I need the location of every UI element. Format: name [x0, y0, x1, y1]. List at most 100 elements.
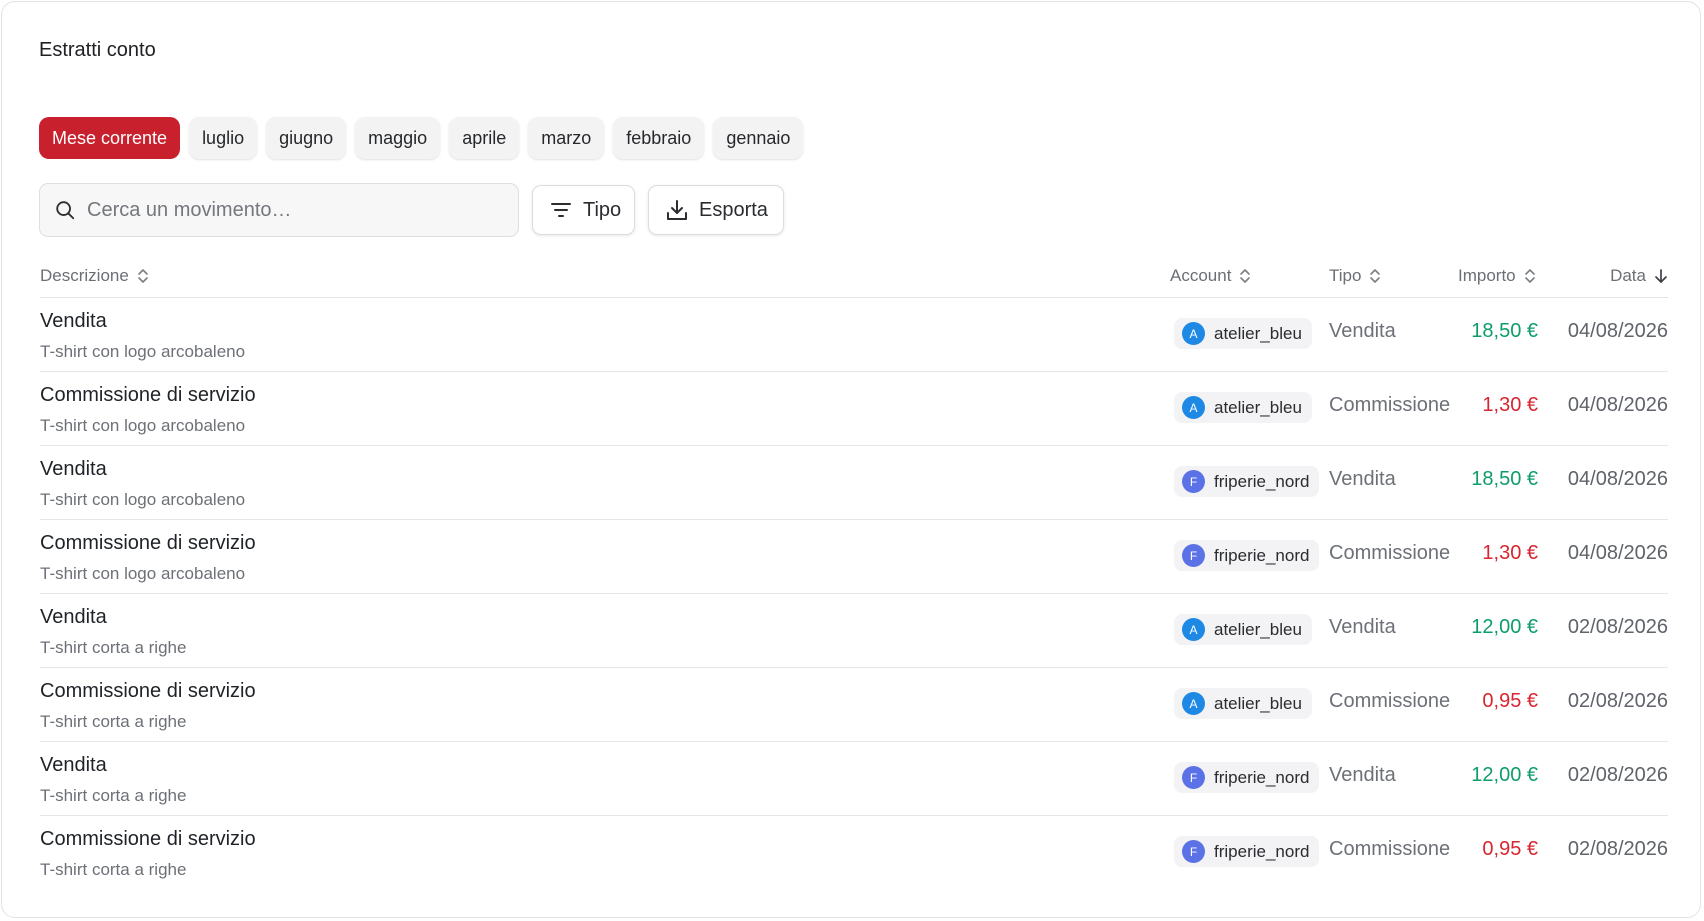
row-description: Commissione di servizio [40, 680, 256, 702]
account-name: atelier_bleu [1214, 323, 1302, 343]
type-filter-label: Tipo [583, 198, 622, 221]
row-type: Vendita [1329, 764, 1396, 786]
transactions-table: Descrizione Account Tipo Importo Data Ve… [40, 256, 1668, 889]
export-label: Esporta [699, 198, 768, 221]
account-badge[interactable]: Aatelier_bleu [1174, 392, 1312, 423]
row-description: Vendita [40, 310, 107, 332]
search-box[interactable] [39, 183, 519, 237]
toolbar: Tipo Esporta [39, 183, 784, 237]
row-description: Vendita [40, 458, 107, 480]
table-row[interactable]: Commissione di servizio T-shirt con logo … [40, 372, 1668, 446]
row-item-name: T-shirt corta a righe [40, 638, 187, 657]
month-chip[interactable]: Mese corrente [39, 117, 181, 159]
month-chip[interactable]: gennaio [713, 117, 804, 159]
avatar: F [1182, 470, 1205, 493]
row-type: Vendita [1329, 616, 1396, 638]
row-type: Commissione [1329, 542, 1451, 564]
column-header-type[interactable]: Tipo [1329, 266, 1381, 286]
table-row[interactable]: Vendita T-shirt corta a righe Aatelier_ble… [40, 594, 1668, 668]
row-amount: 12,00 € [1471, 616, 1538, 638]
sort-unsorted-icon [1239, 268, 1251, 284]
download-icon [665, 198, 689, 222]
row-amount: 18,50 € [1471, 320, 1538, 342]
row-type: Vendita [1329, 320, 1396, 342]
sort-unsorted-icon [137, 268, 149, 284]
avatar: F [1182, 544, 1205, 567]
row-date: 02/08/2026 [1567, 690, 1668, 712]
table-row[interactable]: Vendita T-shirt corta a righe Ffriperie_no… [40, 742, 1668, 816]
avatar: A [1182, 322, 1205, 345]
month-chip[interactable]: marzo [528, 117, 605, 159]
account-badge[interactable]: Ffriperie_nord [1174, 466, 1320, 497]
row-item-name: T-shirt corta a righe [40, 860, 187, 879]
column-header-date[interactable]: Data [1610, 266, 1668, 286]
row-item-name: T-shirt corta a righe [40, 786, 187, 805]
avatar: A [1182, 692, 1205, 715]
row-type: Vendita [1329, 468, 1396, 490]
row-amount: 0,95 € [1482, 690, 1538, 712]
row-type: Commissione [1329, 838, 1451, 860]
column-header-account[interactable]: Account [1170, 266, 1251, 286]
export-button[interactable]: Esporta [648, 185, 784, 235]
row-item-name: T-shirt con logo arcobaleno [40, 564, 246, 583]
avatar: A [1182, 396, 1205, 419]
row-amount: 1,30 € [1482, 394, 1538, 416]
search-input[interactable] [87, 198, 487, 222]
avatar: F [1182, 766, 1205, 789]
account-badge[interactable]: Aatelier_bleu [1174, 614, 1312, 645]
avatar: A [1182, 618, 1205, 641]
row-type: Commissione [1329, 394, 1451, 416]
account-name: friperie_nord [1214, 471, 1310, 491]
avatar: F [1182, 840, 1205, 863]
table-body: Vendita T-shirt con logo arcobaleno Aateli… [40, 298, 1668, 889]
table-row[interactable]: Vendita T-shirt con logo arcobaleno Ffripe… [40, 446, 1668, 520]
account-badge[interactable]: Aatelier_bleu [1174, 688, 1312, 719]
account-name: friperie_nord [1214, 767, 1310, 787]
account-badge[interactable]: Ffriperie_nord [1174, 836, 1320, 867]
row-description: Commissione di servizio [40, 828, 256, 850]
row-date: 02/08/2026 [1567, 616, 1668, 638]
row-description: Commissione di servizio [40, 532, 256, 554]
table-row[interactable]: Commissione di servizio T-shirt corta a r… [40, 668, 1668, 742]
row-amount: 0,95 € [1482, 838, 1538, 860]
row-type: Commissione [1329, 690, 1451, 712]
search-icon [54, 199, 76, 221]
page-title: Estratti conto [39, 39, 156, 61]
account-badge[interactable]: Ffriperie_nord [1174, 540, 1320, 571]
account-name: friperie_nord [1214, 545, 1310, 565]
row-description: Commissione di servizio [40, 384, 256, 406]
column-header-amount[interactable]: Importo [1458, 266, 1536, 286]
filter-lines-icon [549, 198, 573, 222]
month-chip[interactable]: febbraio [613, 117, 705, 159]
account-name: atelier_bleu [1214, 693, 1302, 713]
table-row[interactable]: Commissione di servizio T-shirt corta a r… [40, 816, 1668, 889]
row-date: 02/08/2026 [1567, 838, 1668, 860]
row-description: Vendita [40, 754, 107, 776]
month-chip[interactable]: luglio [189, 117, 258, 159]
sort-unsorted-icon [1524, 268, 1536, 284]
sort-unsorted-icon [1369, 268, 1381, 284]
month-filter-chips: Mese corrente luglio giugno maggio aprile mar… [39, 117, 804, 159]
row-item-name: T-shirt con logo arcobaleno [40, 416, 246, 435]
row-item-name: T-shirt con logo arcobaleno [40, 342, 246, 361]
row-amount: 1,30 € [1482, 542, 1538, 564]
account-badge[interactable]: Aatelier_bleu [1174, 318, 1312, 349]
account-name: friperie_nord [1214, 841, 1310, 861]
column-header-description[interactable]: Descrizione [40, 266, 149, 286]
row-amount: 12,00 € [1471, 764, 1538, 786]
month-chip[interactable]: maggio [355, 117, 441, 159]
row-date: 04/08/2026 [1567, 468, 1668, 490]
table-row[interactable]: Vendita T-shirt con logo arcobaleno Aateli… [40, 298, 1668, 372]
row-date: 04/08/2026 [1567, 320, 1668, 342]
table-row[interactable]: Commissione di servizio T-shirt con logo … [40, 520, 1668, 594]
account-badge[interactable]: Ffriperie_nord [1174, 762, 1320, 793]
row-item-name: T-shirt con logo arcobaleno [40, 490, 246, 509]
row-date: 02/08/2026 [1567, 764, 1668, 786]
account-name: atelier_bleu [1214, 397, 1302, 417]
type-filter-button[interactable]: Tipo [532, 185, 635, 235]
month-chip[interactable]: giugno [266, 117, 347, 159]
row-date: 04/08/2026 [1567, 542, 1668, 564]
month-chip[interactable]: aprile [449, 117, 520, 159]
row-description: Vendita [40, 606, 107, 628]
sort-descending-icon [1654, 268, 1668, 284]
